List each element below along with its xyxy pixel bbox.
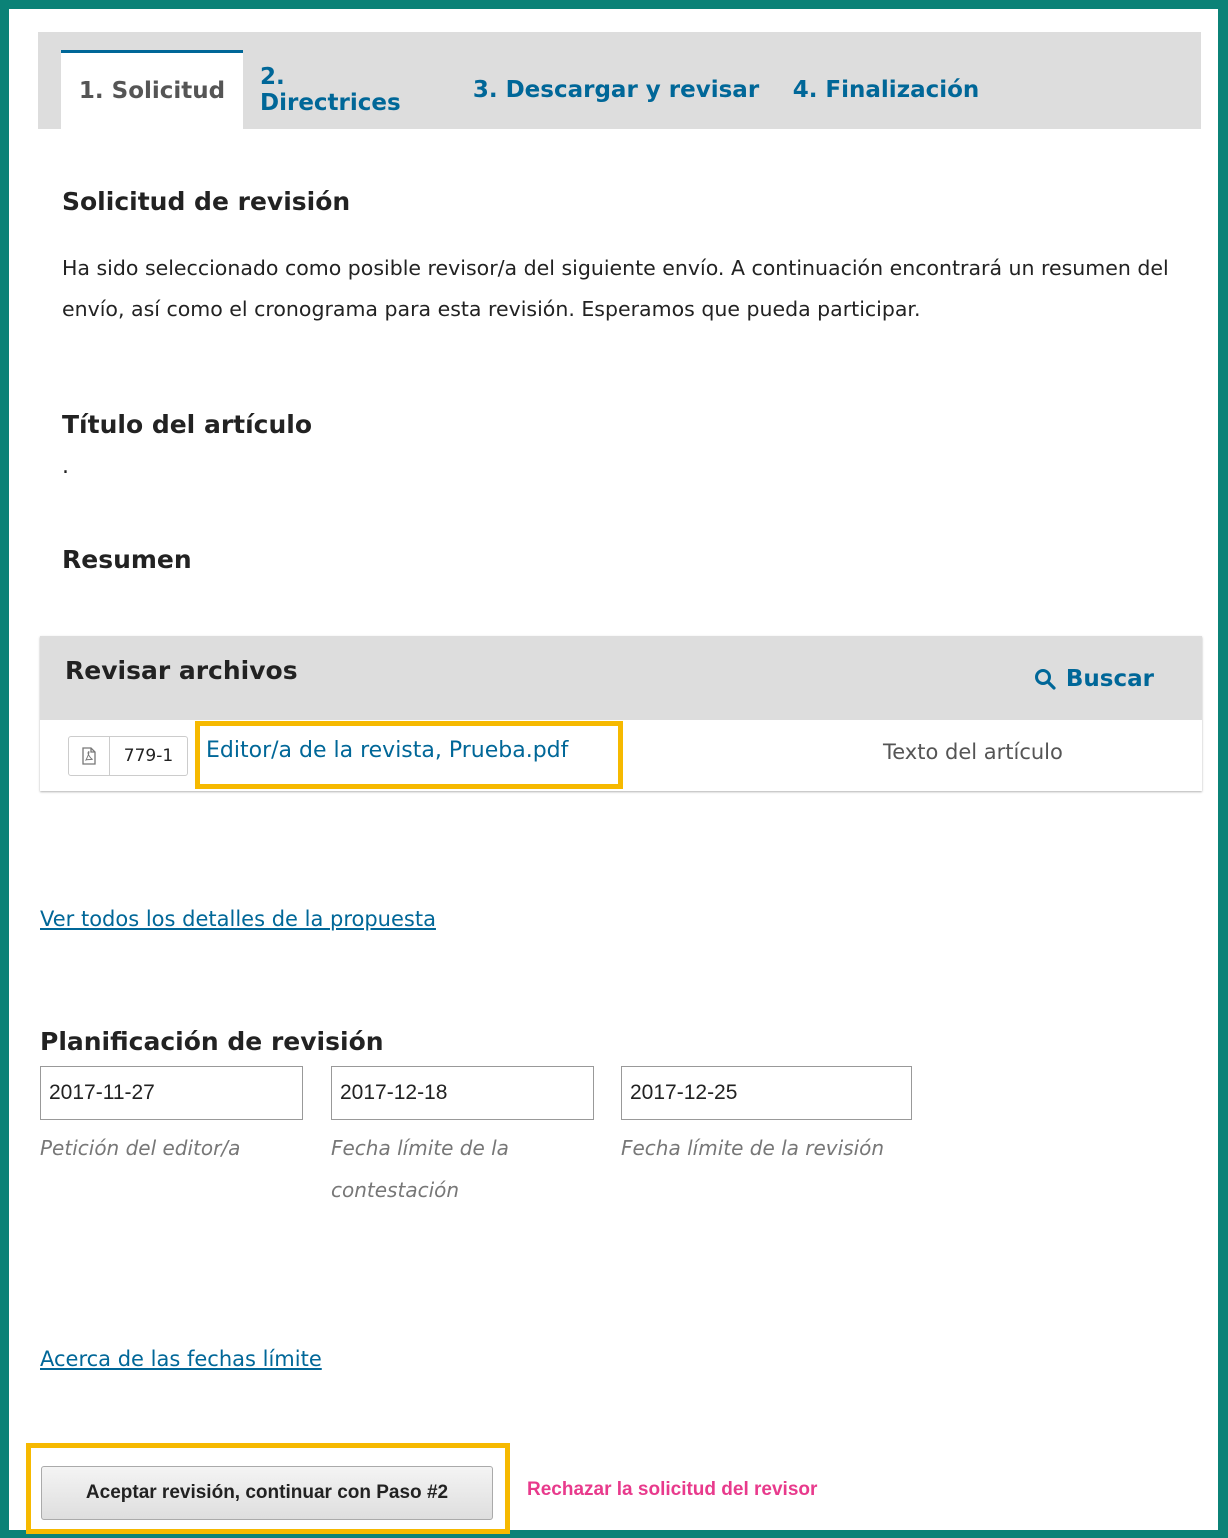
abstract-heading: Resumen: [62, 545, 192, 574]
request-text: Ha sido seleccionado como posible reviso…: [62, 256, 1169, 321]
tab-solicitud[interactable]: 1. Solicitud: [61, 50, 243, 129]
request-heading: Solicitud de revisión: [62, 187, 351, 216]
editor-request-label: Petición del editor/a: [40, 1136, 241, 1160]
review-files-title: Revisar archivos: [65, 656, 298, 685]
editor-request-date[interactable]: [40, 1066, 303, 1120]
file-link-highlight: [195, 721, 623, 789]
tab-finalizacion[interactable]: 4. Finalización: [788, 50, 984, 129]
review-due-label: Fecha límite de la revisión: [621, 1136, 885, 1160]
response-due-label: Fecha límite de la contestación: [331, 1136, 509, 1202]
article-title-heading: Título del artículo: [62, 410, 313, 439]
schedule-heading: Planificación de revisión: [40, 1027, 384, 1056]
view-details-link[interactable]: Ver todos los detalles de la propuesta: [40, 907, 436, 931]
review-assignment-panel: 1. Solicitud 2. Directrices 3. Descargar…: [9, 9, 1218, 1534]
accept-button-highlight: [26, 1443, 510, 1534]
decline-review-link[interactable]: Rechazar la solicitud del revisor: [527, 1479, 817, 1501]
tab-descargar-revisar[interactable]: 3. Descargar y revisar: [472, 50, 760, 129]
deadlines-info-link[interactable]: Acerca de las fechas límite: [40, 1347, 322, 1371]
file-type: Texto del artículo: [883, 740, 1063, 764]
file-id: 779-1: [123, 746, 174, 766]
review-files-header: Revisar archivos Buscar: [40, 636, 1202, 720]
step-tabs: 1. Solicitud 2. Directrices 3. Descargar…: [38, 32, 1201, 129]
search-label: Buscar: [1065, 666, 1154, 692]
search-button[interactable]: Buscar: [1034, 666, 1154, 692]
search-icon: [1034, 669, 1056, 690]
tab-directrices[interactable]: 2. Directrices: [260, 50, 432, 129]
file-badge: 779-1: [68, 736, 188, 776]
pdf-icon: [69, 737, 110, 775]
response-due-date[interactable]: [331, 1066, 594, 1120]
review-due-date[interactable]: [621, 1066, 912, 1120]
article-title-value: .: [62, 454, 69, 479]
